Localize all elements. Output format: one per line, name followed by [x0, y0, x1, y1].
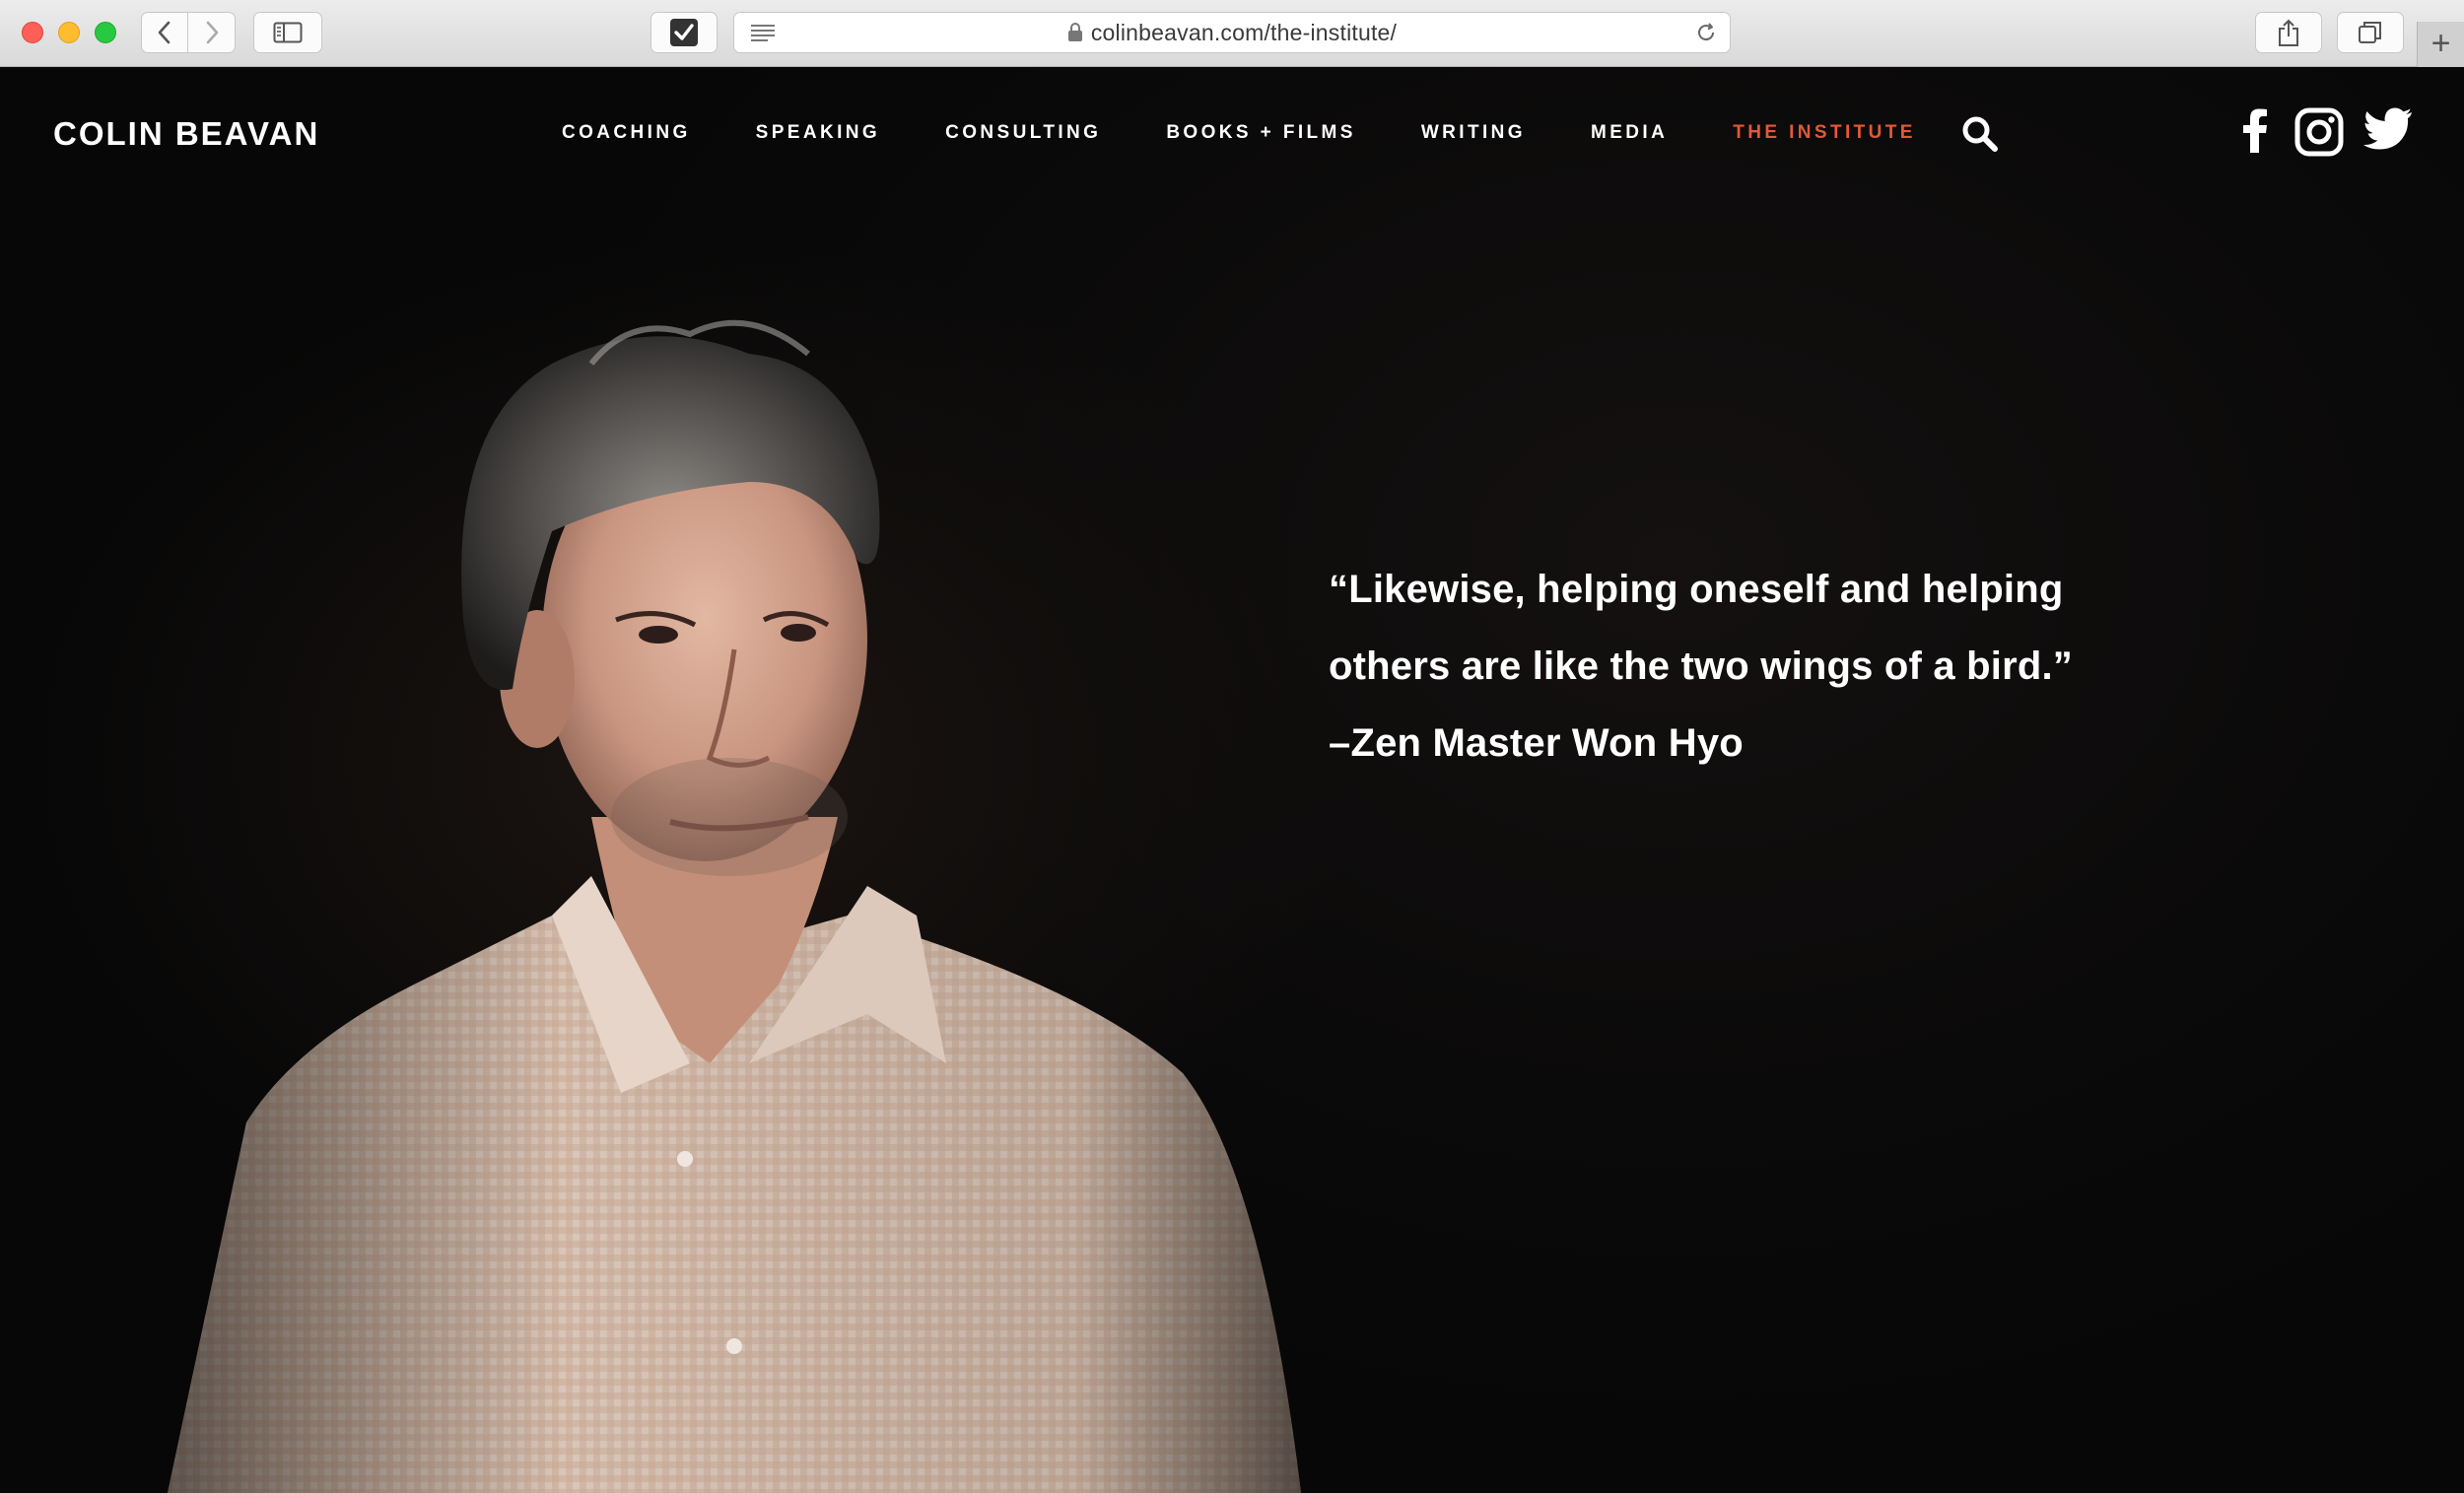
hero-section: COLIN BEAVAN COACHING SPEAKING CONSULTIN…: [0, 68, 2464, 1493]
quote-line-1: “Likewise, helping oneself and helping: [1329, 568, 2064, 611]
nav-coaching[interactable]: COACHING: [562, 122, 691, 144]
hero-quote: “Likewise, helping oneself and helping o…: [1329, 551, 2196, 781]
nav-media[interactable]: MEDIA: [1591, 122, 1668, 144]
close-window-button[interactable]: [22, 22, 43, 43]
nav-writing[interactable]: WRITING: [1421, 122, 1526, 144]
quote-line-2: others are like the two wings of a bird.…: [1329, 645, 2073, 688]
minimize-window-button[interactable]: [58, 22, 80, 43]
forward-button[interactable]: [188, 12, 236, 53]
nav-books-films[interactable]: BOOKS + FILMS: [1166, 122, 1356, 144]
reader-view-icon[interactable]: [748, 22, 778, 43]
share-icon: [2279, 19, 2298, 46]
sidebar-icon: [273, 22, 303, 43]
show-tabs-button[interactable]: [2337, 12, 2404, 53]
lock-icon: [1067, 23, 1082, 41]
chevron-right-icon: [206, 21, 218, 44]
portrait-photo: [168, 319, 1301, 1493]
quote-attribution: –Zen Master Won Hyo: [1329, 721, 1744, 765]
search-icon[interactable]: [1961, 115, 1999, 153]
reload-icon[interactable]: [1694, 21, 1718, 44]
facebook-icon[interactable]: [2237, 107, 2271, 155]
site-logo[interactable]: COLIN BEAVAN: [53, 115, 319, 153]
nav-the-institute[interactable]: THE INSTITUTE: [1733, 122, 1916, 144]
chevron-left-icon: [158, 21, 171, 44]
browser-toolbar: colinbeavan.com/the-institute/ +: [0, 0, 2464, 67]
zoom-window-button[interactable]: [95, 22, 116, 43]
extension-button[interactable]: [650, 12, 718, 53]
back-button[interactable]: [141, 12, 188, 53]
url-text: colinbeavan.com/the-institute/: [1090, 19, 1398, 45]
nav-consulting[interactable]: CONSULTING: [945, 122, 1101, 144]
nav-speaking[interactable]: SPEAKING: [756, 122, 880, 144]
new-tab-button[interactable]: +: [2417, 22, 2464, 67]
checkbox-icon: [670, 19, 698, 46]
sidebar-toggle-button[interactable]: [253, 12, 322, 53]
share-button[interactable]: [2255, 12, 2322, 53]
instagram-icon[interactable]: [2294, 107, 2344, 157]
main-nav: COACHING SPEAKING CONSULTING BOOKS + FIL…: [562, 122, 1981, 144]
twitter-icon[interactable]: [2363, 107, 2413, 151]
tabs-overview-icon: [2359, 22, 2381, 43]
address-bar[interactable]: colinbeavan.com/the-institute/: [733, 12, 1731, 53]
